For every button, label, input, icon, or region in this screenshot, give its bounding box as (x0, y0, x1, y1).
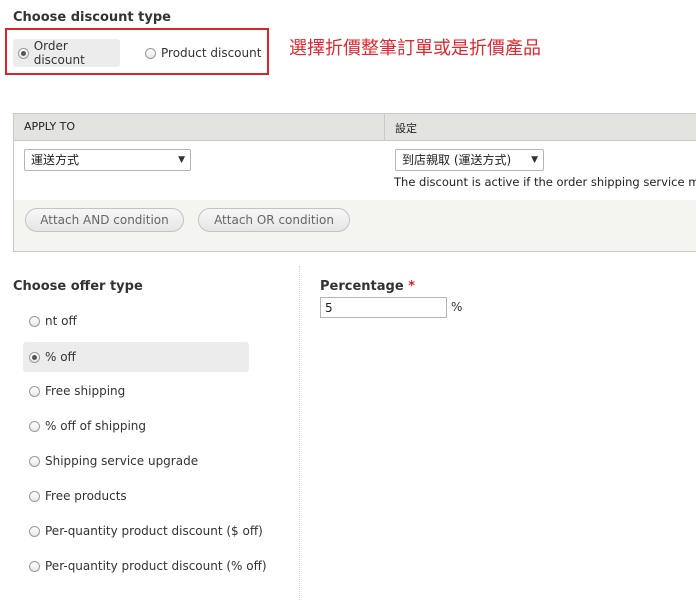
conditions-panel: APPLY TO 設定 運送方式 ▼ 到店親取 (運送方式) ▼ The dis… (13, 113, 696, 252)
dropdown-arrow-icon: ▼ (178, 155, 185, 165)
required-marker: * (408, 279, 415, 294)
radio-unchecked-icon (29, 560, 40, 572)
offer-option-label: Per-quantity product discount (% off) (45, 559, 267, 573)
condition-description: The discount is active if the order ship… (394, 175, 696, 189)
settings-column-header: 設定 (395, 122, 417, 135)
radio-checked-icon (29, 351, 40, 363)
radio-checked-icon (18, 47, 29, 59)
offer-option-label: % off (45, 350, 76, 364)
offer-option-percent-off[interactable]: % off (23, 342, 249, 372)
offer-option-label: Per-quantity product discount ($ off) (45, 524, 263, 538)
offer-option-per-quantity-percent[interactable]: Per-quantity product discount (% off) (23, 552, 267, 580)
radio-unchecked-icon (29, 385, 40, 397)
offer-option-label: nt off (45, 314, 77, 328)
offer-type-heading: Choose offer type (13, 279, 143, 294)
order-discount-radio[interactable]: Order discount (13, 39, 120, 67)
column-divider (384, 114, 385, 140)
condition-row: 運送方式 ▼ 到店親取 (運送方式) ▼ The discount is act… (14, 141, 696, 200)
percentage-label: Percentage * (320, 279, 415, 294)
discount-type-annotation: 選擇折價整筆訂單或是折價產品 (289, 38, 541, 59)
offer-option-label: % off of shipping (45, 419, 147, 433)
conditions-header: APPLY TO 設定 (14, 114, 696, 141)
offer-option-free-shipping[interactable]: Free shipping (23, 377, 125, 405)
offer-option-shipping-upgrade[interactable]: Shipping service upgrade (23, 447, 198, 475)
percentage-unit: % (451, 300, 463, 314)
apply-to-select[interactable]: 運送方式 ▼ (24, 149, 191, 171)
radio-unchecked-icon (29, 420, 40, 432)
radio-unchecked-icon (29, 525, 40, 537)
apply-to-column-header: APPLY TO (24, 120, 76, 133)
discount-type-heading: Choose discount type (13, 10, 171, 25)
radio-unchecked-icon (29, 455, 40, 467)
radio-unchecked-icon (145, 47, 156, 59)
offer-option-label: Shipping service upgrade (45, 454, 199, 468)
attach-and-condition-button[interactable]: Attach AND condition (25, 208, 184, 232)
offer-option-label: Free shipping (45, 384, 126, 398)
product-discount-label: Product discount (161, 46, 262, 60)
radio-unchecked-icon (29, 490, 40, 502)
section-divider (299, 266, 300, 600)
offer-option-percent-off-shipping[interactable]: % off of shipping (23, 412, 146, 440)
percentage-label-text: Percentage (320, 279, 404, 294)
setting-select[interactable]: 到店親取 (運送方式) ▼ (395, 149, 544, 171)
attach-or-condition-button[interactable]: Attach OR condition (198, 208, 350, 232)
product-discount-radio[interactable]: Product discount (145, 39, 261, 67)
percentage-input[interactable] (320, 297, 447, 318)
offer-option-label: Free products (45, 489, 127, 503)
offer-option-per-quantity-amount[interactable]: Per-quantity product discount ($ off) (23, 517, 263, 545)
offer-option-free-products[interactable]: Free products (23, 482, 127, 510)
radio-unchecked-icon (29, 315, 40, 327)
setting-select-value: 到店親取 (運送方式) (402, 153, 512, 167)
dropdown-arrow-icon: ▼ (531, 155, 538, 165)
offer-option-amount-off[interactable]: nt off (23, 307, 77, 335)
apply-to-select-value: 運送方式 (31, 153, 80, 167)
order-discount-label: Order discount (33, 39, 85, 67)
